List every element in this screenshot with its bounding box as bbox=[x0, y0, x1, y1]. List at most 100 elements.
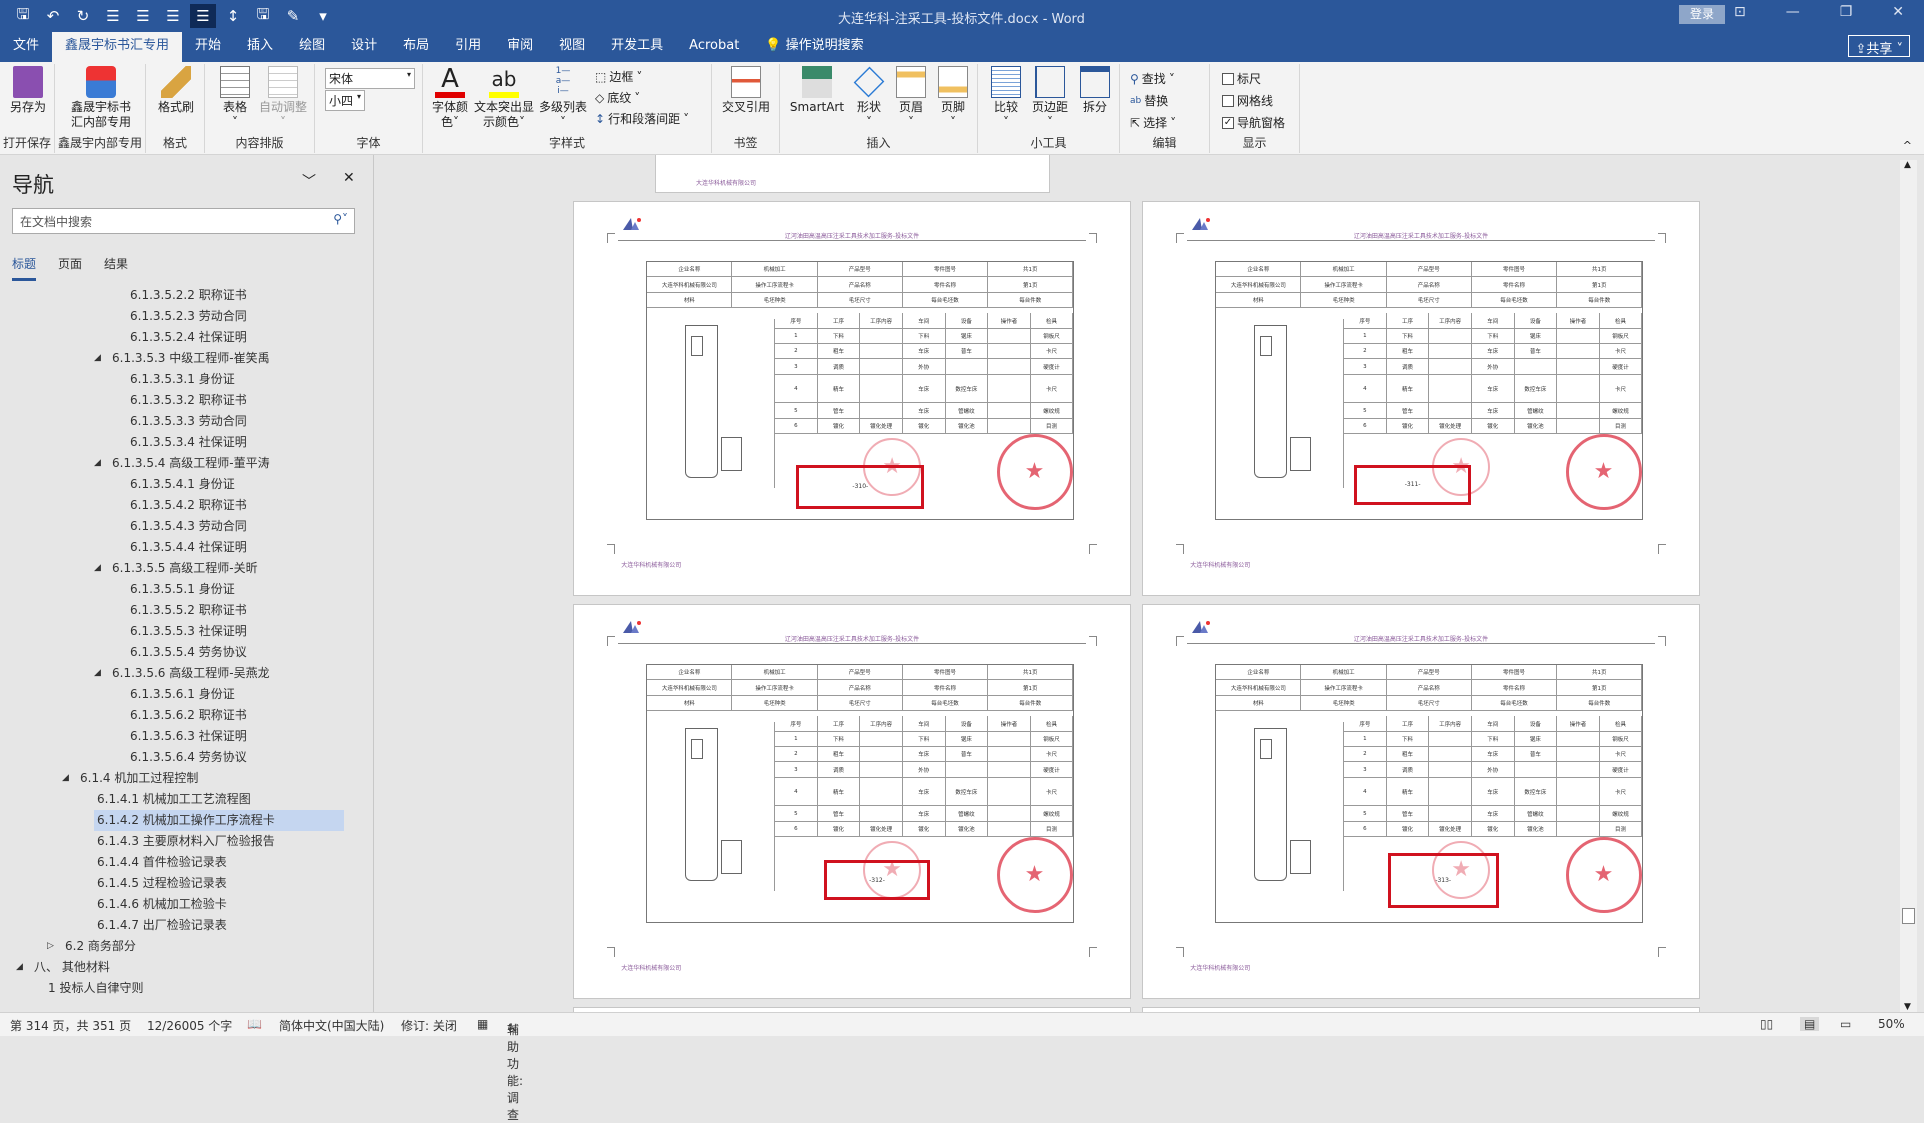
tab-draw[interactable]: 绘图 bbox=[286, 32, 338, 62]
nav-heading-item[interactable]: 6.1.3.5.4.4 社保证明 bbox=[0, 537, 374, 558]
scroll-up-icon[interactable]: ▲ bbox=[1904, 160, 1911, 170]
compare-button[interactable]: 比较 ˅ bbox=[986, 66, 1026, 130]
nav-heading-item[interactable]: 6.1.3.5.5.4 劳务协议 bbox=[0, 642, 374, 663]
nav-heading-item[interactable]: 6.1.3.5.5.2 职称证书 bbox=[0, 600, 374, 621]
nav-heading-item[interactable]: 6.1.3.5.2.4 社保证明 bbox=[0, 327, 374, 348]
word-count[interactable]: 12/26005 个字 bbox=[147, 1017, 232, 1034]
footer-button[interactable]: 页脚 ˅ bbox=[934, 66, 972, 130]
collapse-ribbon-icon[interactable]: ^ bbox=[1903, 139, 1912, 152]
redo-icon[interactable]: ↻ bbox=[70, 4, 96, 28]
macro-icon[interactable]: ▦ bbox=[477, 1017, 488, 1031]
nav-heading-item[interactable]: 6.1.3.5.2.2 职称证书 bbox=[0, 285, 374, 306]
font-size-select[interactable]: 小四 ▾ bbox=[325, 90, 365, 111]
nav-heading-item[interactable]: ◢ 6.1.3.5.3 中级工程师-崔笑禹 bbox=[0, 348, 374, 369]
nav-heading-item[interactable]: 6.1.4.3 主要原材料入厂检验报告 bbox=[0, 831, 374, 852]
nav-heading-item[interactable]: 6.1.3.5.3.3 劳动合同 bbox=[0, 411, 374, 432]
nav-heading-item[interactable]: 6.1.3.5.4.3 劳动合同 bbox=[0, 516, 374, 537]
collapse-icon[interactable]: ◢ bbox=[94, 453, 101, 474]
save-icon[interactable]: 🖫 bbox=[10, 4, 36, 28]
split-button[interactable]: 拆分 bbox=[1076, 66, 1114, 115]
tab-acrobat[interactable]: Acrobat bbox=[676, 32, 752, 62]
save-as-button[interactable]: 另存为 bbox=[6, 66, 50, 115]
border-button[interactable]: ⬚ 边框 ˅ bbox=[595, 68, 642, 85]
nav-heading-item[interactable]: 1 投标人自律守则 bbox=[0, 978, 374, 999]
nav-heading-item[interactable]: 6.1.3.5.4.2 职称证书 bbox=[0, 495, 374, 516]
document-page[interactable]: 辽河油田高温高压注采工具技术加工服务-投标文件 企业名称 机械加工 产品型号 零件图号共… bbox=[573, 201, 1131, 596]
vertical-scrollbar[interactable]: ▲ ▼ bbox=[1900, 160, 1917, 1012]
document-page[interactable]: 辽河油田高温高压注采工具技术加工服务-投标文件 企业名称 机械加工 产品型号 零件图号共… bbox=[573, 604, 1131, 999]
nav-search-input[interactable]: 在文档中搜索 ⚲˅ bbox=[12, 208, 355, 234]
web-layout-icon[interactable]: ▭ bbox=[1840, 1017, 1851, 1031]
collapse-icon[interactable]: ◢ bbox=[94, 558, 101, 579]
print-layout-icon[interactable]: ▤ bbox=[1800, 1017, 1820, 1031]
gridlines-checkbox[interactable]: 网格线 bbox=[1222, 92, 1273, 109]
nav-heading-item[interactable]: ◢ 6.1.3.5.4 高级工程师-董平涛 bbox=[0, 453, 374, 474]
ruler-checkbox[interactable]: 标尺 bbox=[1222, 70, 1261, 87]
track-changes[interactable]: 修订: 关闭 bbox=[401, 1017, 457, 1034]
tell-me-search[interactable]: 💡 操作说明搜索 bbox=[752, 32, 876, 62]
restore-icon[interactable]: ❐ bbox=[1840, 4, 1853, 20]
justify-icon[interactable]: ☰ bbox=[190, 4, 216, 28]
nav-heading-item[interactable]: 6.1.3.5.5.1 身份证 bbox=[0, 579, 374, 600]
language[interactable]: 简体中文(中国大陆) bbox=[279, 1017, 384, 1034]
xsy-internal-button[interactable]: 鑫晟宇标书 汇内部专用 bbox=[59, 66, 143, 130]
replace-button[interactable]: ab 替换 bbox=[1130, 92, 1168, 109]
format-painter-icon[interactable]: ✎ bbox=[280, 4, 306, 28]
scroll-down-icon[interactable]: ▼ bbox=[1904, 1002, 1911, 1012]
shape-button[interactable]: 形状 ˅ bbox=[850, 66, 888, 130]
nav-heading-item[interactable]: ◢ 6.1.4 机加工过程控制 bbox=[0, 768, 374, 789]
tab-review[interactable]: 审阅 bbox=[494, 32, 546, 62]
undo-icon[interactable]: ↶ bbox=[40, 4, 66, 28]
nav-heading-item[interactable]: 6.1.3.5.6.3 社保证明 bbox=[0, 726, 374, 747]
customize-icon[interactable]: ▾ bbox=[310, 4, 336, 28]
header-button[interactable]: 页眉 ˅ bbox=[892, 66, 930, 130]
shading-button[interactable]: ◇ 底纹 ˅ bbox=[595, 89, 640, 106]
collapse-icon[interactable]: ◢ bbox=[62, 768, 69, 789]
nav-heading-item[interactable]: 6.1.3.5.3.1 身份证 bbox=[0, 369, 374, 390]
ribbon-display-icon[interactable]: ⊡ bbox=[1734, 4, 1746, 20]
nav-heading-item[interactable]: 6.1.4.5 过程检验记录表 bbox=[0, 873, 374, 894]
share-button[interactable]: ⇪共享 ˅ bbox=[1848, 35, 1910, 57]
nav-pane-checkbox[interactable]: ✓ 导航窗格 bbox=[1222, 114, 1285, 131]
format-painter-button[interactable]: 格式刷 bbox=[154, 66, 198, 115]
font-color-button[interactable]: A 字体颜 色˅ bbox=[431, 66, 469, 130]
nav-tab-headings[interactable]: 标题 bbox=[12, 255, 37, 281]
nav-tab-pages[interactable]: 页面 bbox=[58, 255, 82, 281]
cross-reference-button[interactable]: 交叉引用 bbox=[718, 66, 774, 115]
line-spacing-icon[interactable]: ↕ bbox=[220, 4, 246, 28]
save-as-icon[interactable]: 🖫 bbox=[250, 4, 276, 28]
zoom-level[interactable]: 50% bbox=[1878, 1017, 1905, 1031]
nav-heading-item[interactable]: 6.1.3.5.2.3 劳动合同 bbox=[0, 306, 374, 327]
margins-button[interactable]: 页边距 ˅ bbox=[1028, 66, 1072, 130]
align-center-icon[interactable]: ☰ bbox=[130, 4, 156, 28]
expand-icon[interactable]: ▷ bbox=[47, 936, 54, 957]
nav-close-icon[interactable]: ✕ bbox=[343, 170, 355, 186]
spacing-button[interactable]: ↕ 行和段落间距 ˅ bbox=[595, 110, 689, 127]
collapse-icon[interactable]: ◢ bbox=[16, 957, 23, 978]
nav-heading-item[interactable]: 6.1.4.6 机械加工检验卡 bbox=[0, 894, 374, 915]
tab-layout[interactable]: 布局 bbox=[390, 32, 442, 62]
nav-heading-item[interactable]: 6.1.3.5.3.4 社保证明 bbox=[0, 432, 374, 453]
tab-file[interactable]: 文件 bbox=[0, 32, 52, 62]
page-count[interactable]: 第 314 页，共 351 页 bbox=[10, 1017, 131, 1034]
align-left-icon[interactable]: ☰ bbox=[100, 4, 126, 28]
nav-heading-item[interactable]: ◢ 八、 其他材料 bbox=[0, 957, 374, 978]
nav-heading-item[interactable]: 6.1.3.5.5.3 社保证明 bbox=[0, 621, 374, 642]
scrollbar-thumb[interactable] bbox=[1902, 908, 1915, 924]
read-mode-icon[interactable]: ▯▯ bbox=[1760, 1017, 1773, 1031]
select-button[interactable]: ⇱ 选择 ˅ bbox=[1130, 114, 1176, 131]
login-button[interactable]: 登录 bbox=[1679, 5, 1725, 24]
font-name-select[interactable]: 宋体 ▾ bbox=[325, 68, 415, 89]
find-button[interactable]: ⚲ 查找 ˅ bbox=[1130, 70, 1175, 87]
nav-heading-item[interactable]: 6.1.3.5.6.1 身份证 bbox=[0, 684, 374, 705]
nav-heading-item[interactable]: 6.1.4.2 机械加工操作工序流程卡 bbox=[94, 810, 344, 831]
nav-heading-item[interactable]: 6.1.3.5.6.4 劳务协议 bbox=[0, 747, 374, 768]
tab-references[interactable]: 引用 bbox=[442, 32, 494, 62]
collapse-icon[interactable]: ◢ bbox=[94, 663, 101, 684]
nav-options-icon[interactable]: ﹀ bbox=[302, 171, 316, 191]
nav-heading-item[interactable]: 6.1.4.1 机械加工工艺流程图 bbox=[0, 789, 374, 810]
nav-heading-item[interactable]: 6.1.3.5.4.1 身份证 bbox=[0, 474, 374, 495]
search-icon[interactable]: ⚲˅ bbox=[333, 212, 348, 226]
document-page[interactable]: 辽河油田高温高压注采工具技术加工服务-投标文件 企业名称 机械加工 产品型号 零件图号共… bbox=[1142, 604, 1700, 999]
minimize-icon[interactable]: — bbox=[1786, 4, 1800, 20]
